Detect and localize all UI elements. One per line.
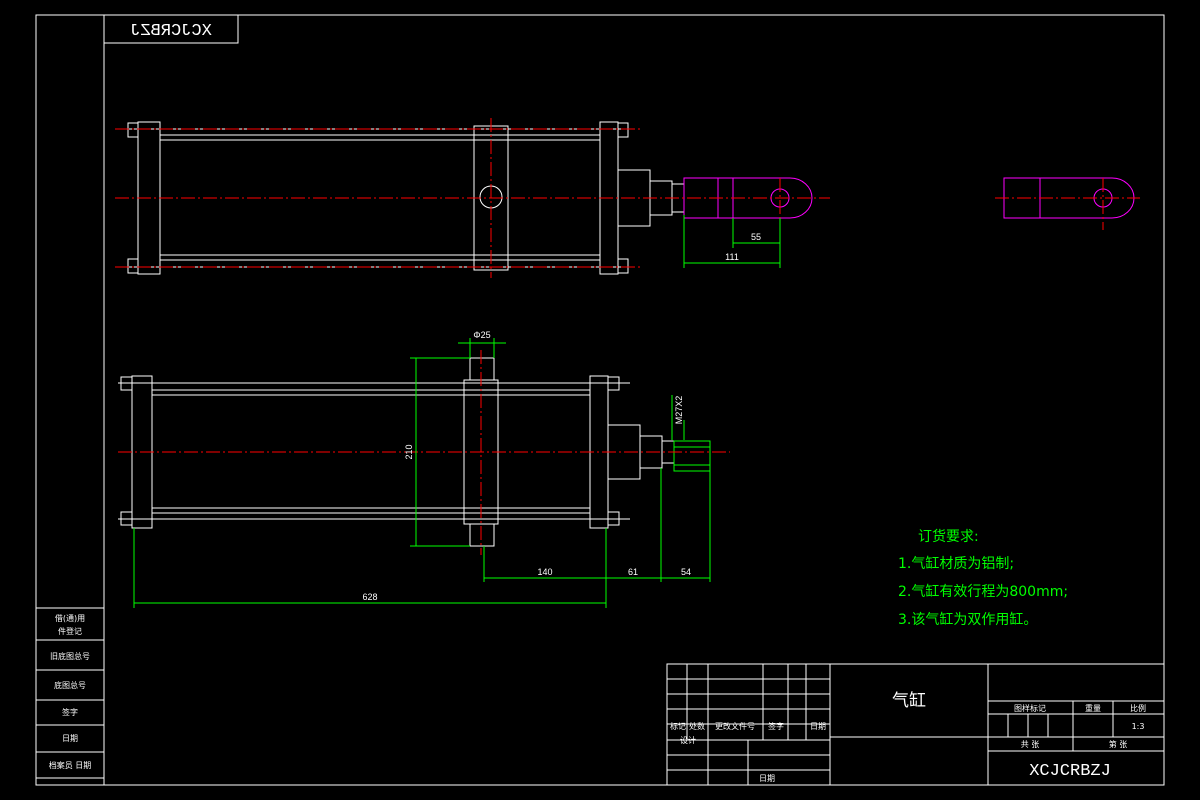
dim-bore: Φ25 bbox=[473, 330, 490, 340]
mirrored-drawing-code: XCJCRBZJ bbox=[130, 22, 212, 41]
dim-61: 61 bbox=[628, 567, 638, 577]
requirement-item-1: 1.气缸材质为铝制; bbox=[898, 555, 1014, 572]
rev-header-sign: 签字 bbox=[768, 721, 784, 731]
date-label: 日期 bbox=[759, 774, 775, 783]
inner-frame bbox=[103, 14, 1165, 786]
dim-628: 628 bbox=[362, 592, 377, 602]
side-stamp-row-2: 件登记 bbox=[58, 626, 82, 636]
dim-210: 210 bbox=[404, 444, 414, 459]
dim-55: 55 bbox=[751, 232, 761, 242]
dim-140: 140 bbox=[537, 567, 552, 577]
part-name: 气缸 bbox=[892, 690, 926, 711]
requirement-item-2: 2.气缸有效行程为800mm; bbox=[898, 583, 1068, 600]
requirements-title: 订货要求: bbox=[918, 528, 979, 545]
bottom-centerlines bbox=[118, 350, 730, 555]
sheet-number: 第 张 bbox=[1109, 739, 1128, 749]
drawing-code: XCJCRBZJ bbox=[1029, 762, 1111, 781]
design-label: 设计 bbox=[680, 735, 696, 745]
stage-header-weight: 重量 bbox=[1085, 703, 1101, 713]
dim-54: 54 bbox=[681, 567, 691, 577]
requirement-item-3: 3.该气缸为双作用缸。 bbox=[898, 611, 1037, 628]
top-centerlines bbox=[115, 118, 1140, 278]
rev-header-doc: 更改文件号 bbox=[715, 721, 755, 731]
cad-drawing: XCJCRBZJ 55 111 Φ25 210 M27X2 140 61 54 … bbox=[35, 14, 1165, 786]
side-stamp-row-4: 底图总号 bbox=[54, 680, 86, 690]
scale-value: 1:3 bbox=[1132, 722, 1145, 731]
rev-header-date: 日期 bbox=[810, 722, 826, 731]
side-stamp-row-5: 签字 bbox=[62, 707, 78, 717]
bottom-dimensions bbox=[133, 338, 711, 608]
stage-header-scale: 比例 bbox=[1130, 703, 1146, 713]
sheet-total: 共 张 bbox=[1021, 740, 1040, 749]
rev-header-mark: 标记 bbox=[670, 721, 686, 731]
dim-thread: M27X2 bbox=[674, 396, 684, 425]
side-stamp-row-3: 旧底图总号 bbox=[50, 651, 90, 661]
dim-111: 111 bbox=[725, 252, 739, 262]
side-stamp-row-7: 档案员 日期 bbox=[49, 760, 92, 770]
stage-header-mark: 图样标记 bbox=[1014, 703, 1046, 713]
bottom-thread bbox=[673, 440, 711, 472]
rev-header-count: 处数 bbox=[689, 721, 705, 731]
side-stamp-row-1: 借(通)用 bbox=[55, 613, 85, 623]
side-stamp-row-6: 日期 bbox=[62, 734, 78, 743]
